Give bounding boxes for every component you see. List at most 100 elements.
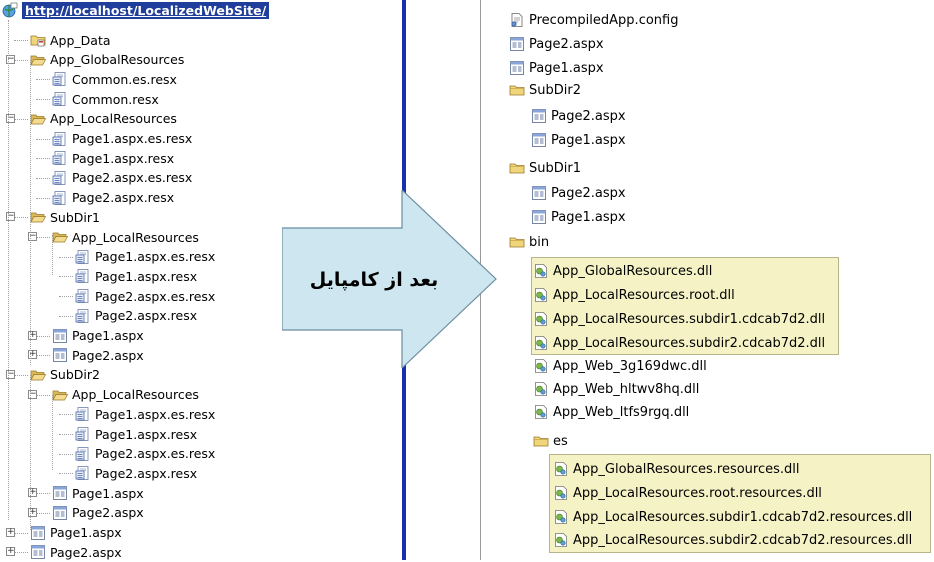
left-tree-item[interactable]: Common.resx [52, 89, 159, 109]
left-tree-item[interactable]: App_GlobalResources [30, 50, 184, 70]
right-tree-item[interactable]: App_LocalResources.root.resources.dll [553, 483, 822, 503]
folder-closed-icon [533, 433, 549, 449]
tree-connector [59, 315, 73, 317]
left-tree-item[interactable]: SubDir1 [30, 207, 100, 227]
tree-connector [36, 99, 50, 101]
right-tree-item[interactable]: App_GlobalResources.dll [533, 261, 712, 281]
left-tree-item[interactable]: App_LocalResources [52, 227, 199, 247]
left-tree-item-label: Page1.aspx [50, 525, 122, 540]
right-tree-item[interactable]: App_GlobalResources.resources.dll [553, 459, 800, 479]
right-tree-item-label: Page1.aspx [551, 132, 626, 148]
left-tree-item[interactable]: Page1.aspx [52, 483, 144, 503]
right-tree-item[interactable]: App_LocalResources.root.dll [533, 285, 735, 305]
right-precompiled-tree: PrecompiledApp.config Page2.aspx Page1.asp… [481, 0, 934, 560]
left-tree-item[interactable]: Page1.aspx [30, 523, 122, 543]
right-tree-item[interactable]: App_LocalResources.subdir1.cdcab7d2.dll [533, 309, 825, 329]
tree-connector [36, 79, 50, 81]
right-tree-item[interactable]: SubDir1 [509, 158, 581, 178]
resx-file-icon [75, 465, 91, 481]
left-tree-item-label: Common.resx [72, 91, 159, 107]
resx-file-icon [75, 268, 91, 284]
left-tree-item-label: Page2.aspx [72, 347, 144, 363]
left-tree-item[interactable]: Page1.aspx.es.resx [75, 247, 215, 267]
folder-closed-icon [509, 82, 525, 98]
right-tree-item[interactable]: Page2.aspx [531, 106, 626, 126]
dll-file-icon [533, 335, 549, 351]
left-tree-item-label: Page2.aspx.resx [72, 190, 175, 206]
right-tree-item[interactable]: App_Web_ltfs9rgq.dll [533, 402, 689, 422]
left-tree-item-label: Page1.aspx.resx [95, 426, 198, 442]
right-tree-item[interactable]: App_LocalResources.subdir2.cdcab7d2.dll [533, 333, 825, 353]
left-tree-item[interactable]: Page2.aspx.es.resx [75, 444, 215, 464]
right-tree-item[interactable]: App_Web_3g169dwc.dll [533, 356, 707, 376]
resx-file-icon [52, 131, 68, 147]
tree-connector [36, 138, 50, 140]
right-tree-item[interactable]: Page2.aspx [509, 34, 604, 54]
left-tree-item-label: Page1.aspx [72, 328, 144, 343]
right-tree-item[interactable]: App_Web_hltwv8hq.dll [533, 379, 699, 399]
left-tree-item[interactable]: Page2.aspx.resx [52, 188, 174, 208]
left-tree-item[interactable]: Page1.aspx.es.resx [75, 404, 215, 424]
dll-file-icon [553, 509, 569, 525]
left-tree-item[interactable]: Page2.aspx.es.resx [52, 168, 192, 188]
left-tree-item-label: Page2.aspx [72, 505, 144, 521]
config-file-icon [509, 12, 525, 28]
tree-root-node[interactable]: http://localhost/LocalizedWebSite/ [2, 0, 270, 20]
aspx-file-icon [30, 525, 46, 541]
aspx-file-icon [509, 36, 525, 52]
left-tree-item[interactable]: Page2.aspx.resx [75, 306, 197, 326]
right-tree-item-label: App_LocalResources.subdir1.cdcab7d2.reso… [573, 509, 913, 525]
left-tree-item[interactable]: Page2.aspx [52, 503, 144, 523]
left-tree-item[interactable]: Page2.aspx.es.resx [75, 286, 215, 306]
left-tree-item[interactable]: App_LocalResources [52, 385, 199, 405]
aspx-file-icon [509, 60, 525, 76]
resx-file-icon [75, 249, 91, 265]
right-tree-item[interactable]: Page2.aspx [531, 183, 626, 203]
resx-file-icon [75, 308, 91, 324]
left-tree-item[interactable]: App_LocalResources [30, 109, 177, 129]
right-tree-item-label: App_LocalResources.subdir2.cdcab7d2.dll [553, 335, 826, 351]
left-tree-item[interactable]: Page1.aspx.resx [75, 266, 197, 286]
aspx-file-icon [52, 328, 68, 344]
right-tree-item[interactable]: Page1.aspx [531, 207, 626, 227]
tree-connector [36, 177, 50, 179]
left-tree-item-label: Page1.aspx.es.resx [95, 406, 216, 422]
right-tree-item-label: App_Web_3g169dwc.dll [553, 358, 707, 374]
resx-file-icon [75, 406, 91, 422]
left-tree-item[interactable]: Page2.aspx [52, 345, 144, 365]
aspx-file-icon [52, 485, 68, 501]
right-tree-item[interactable]: bin [509, 232, 549, 252]
resx-file-icon [52, 150, 68, 166]
tree-expander-toggle[interactable]: + [6, 527, 15, 537]
dll-file-icon [533, 263, 549, 279]
right-tree-item[interactable]: Page1.aspx [531, 130, 626, 150]
left-tree-item[interactable]: Page1.aspx.resx [75, 424, 197, 444]
dll-file-icon [533, 311, 549, 327]
left-tree-item-label: Page2.aspx.es.resx [95, 446, 216, 462]
right-tree-item[interactable]: App_LocalResources.subdir1.cdcab7d2.reso… [553, 507, 912, 527]
left-tree-item-label: Page1.aspx.es.resx [95, 249, 216, 265]
aspx-file-icon [52, 505, 68, 521]
left-tree-item[interactable]: SubDir2 [30, 365, 100, 385]
right-tree-item-label: App_LocalResources.subdir2.cdcab7d2.reso… [573, 532, 913, 548]
right-tree-item[interactable]: PrecompiledApp.config [509, 10, 678, 30]
left-tree-item[interactable]: Page1.aspx [52, 326, 144, 346]
left-tree-item[interactable]: Page1.aspx.es.resx [52, 129, 192, 149]
left-tree-item[interactable]: Page1.aspx.resx [52, 148, 174, 168]
right-tree-item-label: App_LocalResources.root.dll [553, 287, 735, 303]
left-tree-item[interactable]: Page2.aspx.resx [75, 463, 197, 483]
right-tree-item[interactable]: SubDir2 [509, 80, 581, 100]
root-url-label[interactable]: http://localhost/LocalizedWebSite/ [22, 1, 270, 19]
left-tree-item[interactable]: Page2.aspx [30, 542, 122, 562]
tree-connector [14, 552, 28, 554]
dll-file-icon [533, 287, 549, 303]
left-tree-item[interactable]: App_Data [30, 30, 111, 50]
right-tree-item[interactable]: es [533, 431, 568, 451]
tree-connector [59, 434, 73, 435]
dll-file-icon [553, 532, 569, 548]
right-tree-item[interactable]: Page1.aspx [509, 58, 604, 78]
right-tree-item-label: Page2.aspx [551, 108, 626, 124]
tree-expander-toggle[interactable]: + [6, 547, 15, 557]
right-tree-item[interactable]: App_LocalResources.subdir2.cdcab7d2.reso… [553, 530, 912, 550]
left-tree-item[interactable]: Common.es.resx [52, 69, 177, 89]
